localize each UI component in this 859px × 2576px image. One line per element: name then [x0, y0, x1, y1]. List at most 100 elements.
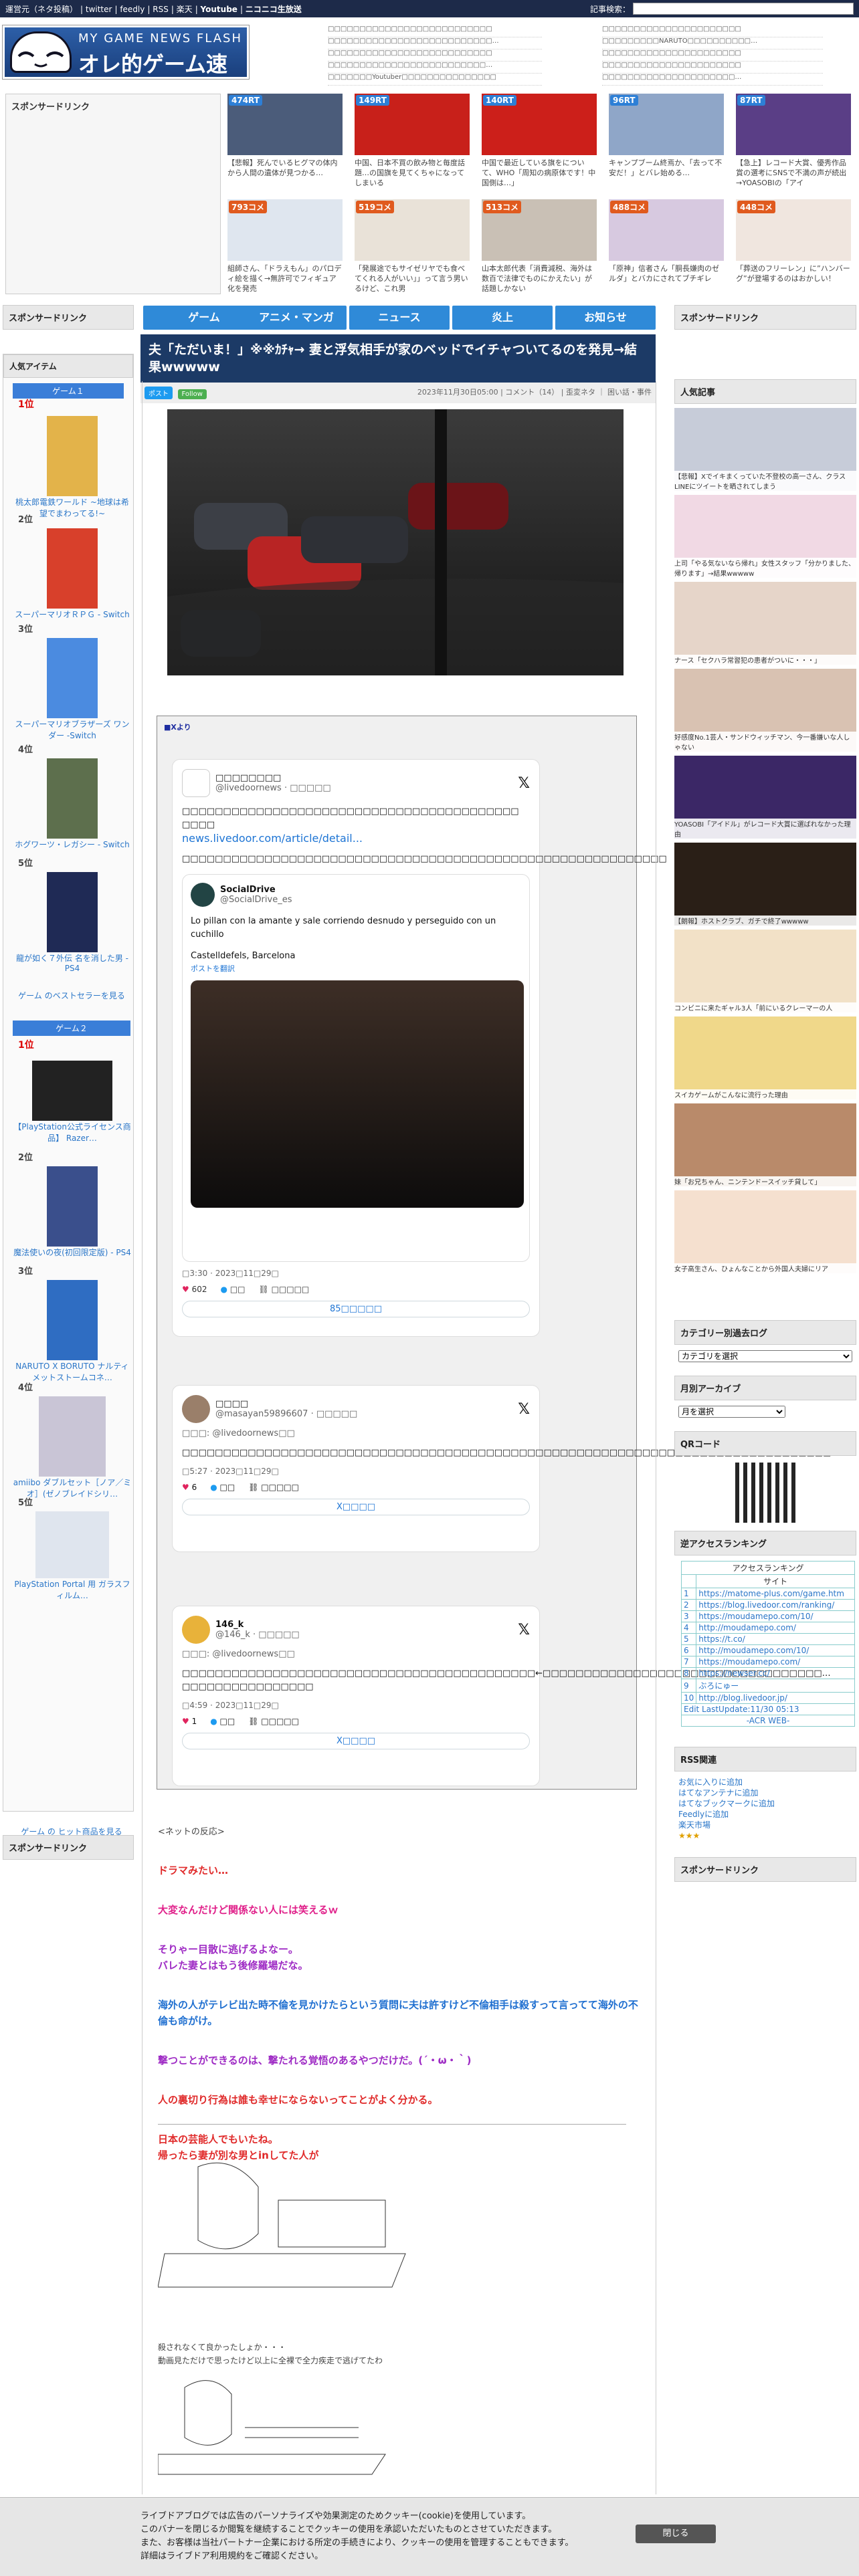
- header-news-item[interactable]: □□□□□□□□□□□□□□□□□□□□□□□□□□…: [328, 37, 542, 49]
- popular-article[interactable]: YOASOBI「アイドル」がレコード大賞に選ばれなかった理由: [674, 756, 856, 839]
- x-logo-icon[interactable]: 𝕏: [518, 1401, 530, 1418]
- tweet-handle[interactable]: @146_k · □□□□□: [215, 1630, 300, 1640]
- rank-item[interactable]: 2位 魔法使いの夜(初回限定版) - PS4: [13, 1150, 132, 1258]
- top-link-rakuten[interactable]: 楽天: [177, 5, 193, 14]
- rank-item[interactable]: 5位 龍が如く７外伝 名を消した男 - PS4: [13, 856, 132, 973]
- thumb-card[interactable]: 488コメ 「原神」信者さん「胴長嫌肉のゼルダ」とバカにされてブチギレ: [609, 199, 724, 300]
- top-link-feedly[interactable]: feedly: [120, 5, 145, 14]
- tweet-time[interactable]: □4:59 · 2023□11□29□: [182, 1701, 530, 1710]
- access-row[interactable]: https://matome-plus.com/game.htm: [696, 1588, 855, 1600]
- tweet-card[interactable]: 146_k @146_k · □□□□□ 𝕏 □□□: @livedoornews…: [172, 1606, 831, 1786]
- tweet-link[interactable]: news.livedoor.com/article/detail...: [182, 832, 530, 845]
- nav-anime[interactable]: アニメ・マンガ: [246, 306, 347, 330]
- follow-button[interactable]: Follow: [177, 389, 207, 399]
- tweet-time[interactable]: □5:27 · 2023□11□29□: [182, 1467, 530, 1476]
- header-news-item[interactable]: □□□□□□□□□□□□□□□□□□□□□□□□□□: [328, 49, 542, 62]
- popular-article[interactable]: 妹「お兄ちゃん、ニンテンドースイッチ貸して」: [674, 1103, 856, 1186]
- post-button[interactable]: ポスト: [145, 387, 173, 399]
- thumb-card[interactable]: 513コメ 山本太郎代表「消費減税、海外は数百で法律でものにかえたい」が話題しかな…: [482, 199, 597, 300]
- article-comments[interactable]: コメント（14）: [505, 388, 559, 397]
- access-row[interactable]: https://moudamepo.com/: [696, 1656, 855, 1668]
- header-news-item[interactable]: □□□□□□□□□□□□□□□□□□□□□□: [602, 25, 823, 37]
- tweet-handle[interactable]: @masayan59896607 · □□□□□: [215, 1409, 357, 1419]
- x-logo-icon[interactable]: 𝕏: [518, 775, 530, 792]
- game1-tab[interactable]: ゲーム１: [13, 383, 124, 399]
- quoted-video[interactable]: [191, 980, 524, 1208]
- share-button[interactable]: ⛓ □□□□□: [248, 1717, 299, 1726]
- cookie-close-button[interactable]: 閉じる: [636, 2525, 716, 2543]
- header-news-item[interactable]: □□□□□□□□□NARUTO□□□□□□□□□□…: [602, 37, 823, 49]
- nav-info[interactable]: お知らせ: [555, 306, 656, 330]
- archive-select[interactable]: 月を選択: [678, 1406, 785, 1418]
- popular-article[interactable]: 【朗報】ホストクラブ、ガチで終了wwwww: [674, 843, 856, 926]
- tweet-author[interactable]: 146_k: [215, 1620, 300, 1630]
- rank-title[interactable]: 魔法使いの夜(初回限定版) - PS4: [13, 1247, 132, 1258]
- rss-link[interactable]: お気に入りに追加: [678, 1777, 852, 1788]
- tweet-card[interactable]: □□□□ @masayan59896607 · □□□□□ 𝕏 □□□: @li…: [172, 1385, 831, 1552]
- rank-item[interactable]: 4位 ホグワーツ・レガシー - Switch: [13, 742, 132, 850]
- quoted-tweet[interactable]: SocialDrive @SocialDrive_es Lo pillan con…: [182, 874, 530, 1262]
- popular-article[interactable]: ナース「セクハラ常習犯の患者がついに・・・」: [674, 582, 856, 665]
- read-more-button[interactable]: X□□□□: [182, 1499, 530, 1515]
- popular-article[interactable]: 女子高生さん、ひょんなことから外国人夫婦にリア: [674, 1190, 856, 1273]
- popular-article[interactable]: スイカゲームがこんなに流行った理由: [674, 1016, 856, 1099]
- reply-button[interactable]: ● □□: [210, 1483, 235, 1492]
- site-logo[interactable]: MY GAME NEWS FLASH オレ的ゲーム速報@JIN: [3, 25, 249, 108]
- header-news-item[interactable]: □□□□□□□□□□□□□□□□□□□□□□□□□…: [328, 62, 542, 74]
- rank-title[interactable]: PlayStation Portal 用 ガラスフィルム…: [13, 1578, 132, 1601]
- access-row[interactable]: http://moudamepo.com/: [696, 1622, 855, 1634]
- access-row[interactable]: http://blog.livedoor.jp/: [696, 1692, 855, 1704]
- x-logo-icon[interactable]: 𝕏: [518, 1622, 530, 1638]
- top-link-operator[interactable]: 運営元（ネタ投稿）: [5, 5, 78, 14]
- share-button[interactable]: ⛓ □□□□□: [248, 1483, 299, 1492]
- popular-article[interactable]: コンビニに来たギャル3人「前にいるクレーマーの人: [674, 930, 856, 1012]
- rank-title[interactable]: スーパーマリオブラザーズ ワンダー -Switch: [13, 718, 132, 741]
- tweet-time[interactable]: □3:30 · 2023□11□29□: [182, 1269, 530, 1278]
- share-button[interactable]: ⛓ □□□□□: [259, 1285, 310, 1294]
- access-row[interactable]: https://newser.cc/: [696, 1667, 855, 1679]
- top-link-niconico[interactable]: ニコニコ生放送: [246, 5, 302, 14]
- top-link-twitter[interactable]: twitter: [86, 5, 112, 14]
- rss-link[interactable]: 楽天市場: [678, 1820, 852, 1830]
- rank-title[interactable]: 【PlayStation公式ライセンス商品】 Razer…: [13, 1121, 132, 1144]
- nav-flame[interactable]: 炎上: [452, 306, 553, 330]
- tweet-author[interactable]: □□□□: [215, 1399, 357, 1409]
- header-news-item[interactable]: □□□□□□□□□□□□□□□□□□□□□□: [602, 62, 823, 74]
- rank-title[interactable]: 龍が如く７外伝 名を消した男 - PS4: [13, 952, 132, 973]
- thumb-card[interactable]: 96RT キャンプブーム終焉か、「去って不安だ！」とバレ始める…: [609, 94, 724, 194]
- rank-item[interactable]: 3位 スーパーマリオブラザーズ ワンダー -Switch: [13, 622, 132, 741]
- thumb-card[interactable]: 793コメ 組師さん、「ドラえもん」のパロディ絵を描く→無許可でフィギュア化を発売: [227, 199, 343, 300]
- rss-link[interactable]: Feedlyに追加: [678, 1809, 852, 1820]
- thumb-card[interactable]: 474RT 【悲報】死んでいるヒグマの体内から人間の遺体が見つかる…: [227, 94, 343, 194]
- tweet-card[interactable]: □□□□□□□□ @livedoornews · □□□□□ 𝕏 □□□□□□□…: [172, 759, 667, 1337]
- game1-more-link[interactable]: ゲーム のベストセラーを見る: [10, 990, 133, 1001]
- rss-link[interactable]: はてなブックマークに追加: [678, 1798, 852, 1809]
- rank-item[interactable]: 4位 amiibo ダブルセット［ノア／ミオ］(ゼノブレイドシリ…: [13, 1380, 132, 1499]
- rank-item[interactable]: 1位 桃太郎電鉄ワールド ~地球は希望でまわってる!~: [13, 397, 132, 519]
- game2-tab[interactable]: ゲーム２: [13, 1021, 130, 1036]
- rank-item[interactable]: 1位 【PlayStation公式ライセンス商品】 Razer…: [13, 1038, 132, 1144]
- like-button[interactable]: ♥ 602: [182, 1285, 207, 1294]
- reply-button[interactable]: ● □□: [210, 1717, 235, 1726]
- popular-article[interactable]: 【悲報】Xでイキまくっていた不登校の高一さん、クラスLINEにツイートを晒されて…: [674, 408, 856, 491]
- tweet-author[interactable]: □□□□□□□□: [215, 773, 331, 783]
- thumb-card[interactable]: 149RT 中国、日本不買の飲み物と毎度話題…の国旗を見てくちゃになってしまいる: [355, 94, 470, 194]
- thumb-card[interactable]: 519コメ 「発展途でもサイゼリヤでも食べてくれる人がいい」」って言う男いるけど、…: [355, 199, 470, 300]
- reply-button[interactable]: ● □□: [221, 1285, 246, 1294]
- rank-item[interactable]: 3位 NARUTO X BORUTO ナルティメットストームコネ…: [13, 1264, 132, 1383]
- rank-item[interactable]: 2位 スーパーマリオＲＰＧ - Switch: [13, 512, 132, 620]
- access-row[interactable]: ぶろにゅー: [696, 1679, 855, 1693]
- category-select[interactable]: カテゴリを選択: [678, 1350, 852, 1362]
- thumb-card[interactable]: 448コメ 「葬送のフリーレン」に”ハンバーグ”が登場するのはおかしい！: [736, 199, 851, 300]
- rss-link[interactable]: はてなアンテナに追加: [678, 1788, 852, 1798]
- header-news-item[interactable]: □□□□□□□□□□□□□□□□□□□□□□□□□□: [328, 25, 542, 37]
- article-category[interactable]: 歪変ネタ ｜ 困い話・事件: [566, 388, 652, 397]
- like-button[interactable]: ♥ 1: [182, 1717, 197, 1726]
- like-button[interactable]: ♥ 6: [182, 1483, 197, 1492]
- cookie-line[interactable]: 詳細はライブドア利用規約をご確認ください。: [140, 2550, 859, 2563]
- rank-title[interactable]: ホグワーツ・レガシー - Switch: [13, 839, 132, 850]
- access-row[interactable]: http://moudamepo.com/10/: [696, 1644, 855, 1656]
- read-more-button[interactable]: X□□□□: [182, 1733, 530, 1749]
- rank-item[interactable]: 5位 PlayStation Portal 用 ガラスフィルム…: [13, 1495, 132, 1601]
- popular-article[interactable]: 上司「やる気ないなら帰れ」女性スタッフ「分かりました、帰ります」→結果wwwww: [674, 495, 856, 578]
